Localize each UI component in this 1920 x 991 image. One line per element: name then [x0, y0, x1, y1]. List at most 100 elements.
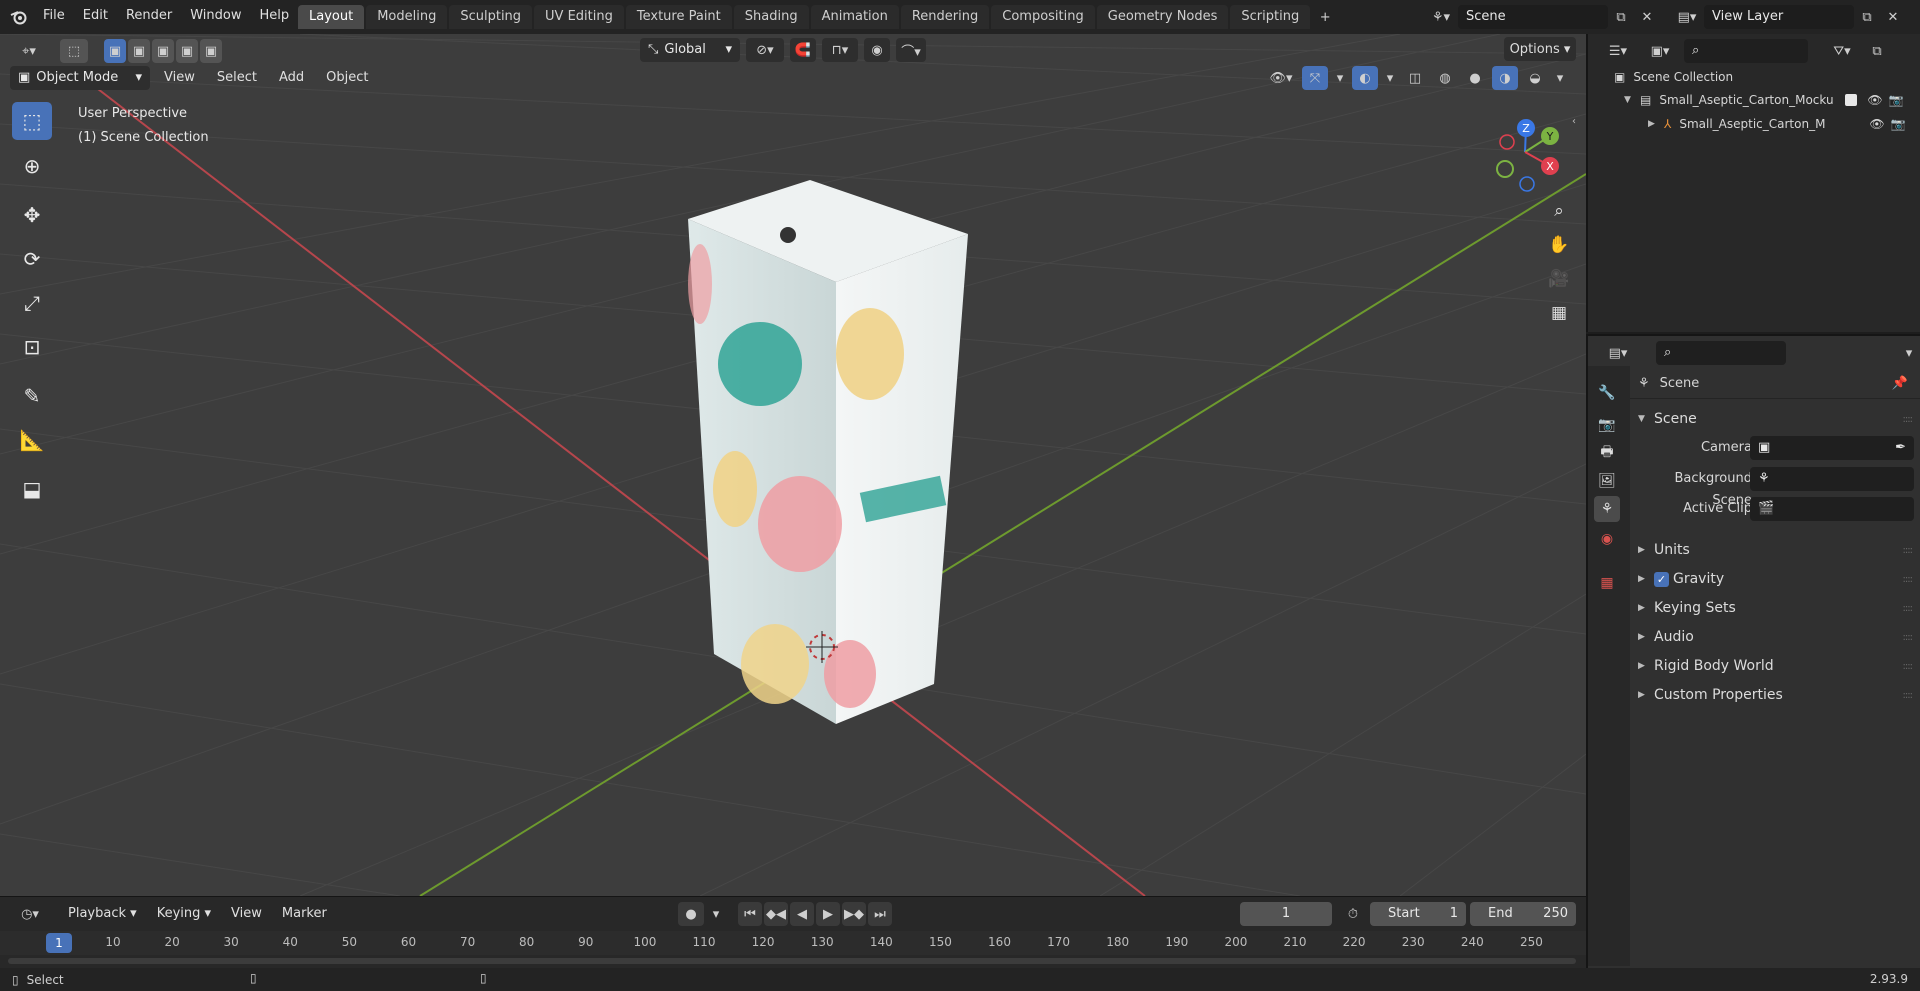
- tab-rendering[interactable]: Rendering: [900, 5, 990, 29]
- outliner-row-object[interactable]: ▶ ⅄ Small_Aseptic_Carton_M 👁 📷: [1648, 113, 1914, 135]
- menu-edit[interactable]: Edit: [74, 0, 117, 34]
- select-difference-icon[interactable]: ▣: [176, 39, 198, 63]
- viewport-menu-add[interactable]: Add: [271, 66, 312, 90]
- end-frame-field[interactable]: End 250: [1470, 902, 1576, 926]
- current-frame-field[interactable]: 1: [1240, 902, 1332, 926]
- start-frame-field[interactable]: Start 1: [1370, 902, 1466, 926]
- select-new-icon[interactable]: ▣: [104, 39, 126, 63]
- menu-help[interactable]: Help: [251, 0, 299, 34]
- delete-scene-icon[interactable]: ✕: [1634, 5, 1660, 29]
- audio-panel-header[interactable]: ▶ Audio::::: [1638, 625, 1918, 649]
- output-tab-icon[interactable]: 🖶: [1594, 440, 1620, 466]
- custom-properties-panel-header[interactable]: ▶ Custom Properties::::: [1638, 683, 1918, 707]
- zoom-icon[interactable]: ⌕: [1545, 197, 1573, 225]
- playhead[interactable]: 1: [46, 933, 72, 953]
- play-reverse-icon[interactable]: ◀: [790, 902, 814, 926]
- menu-render[interactable]: Render: [117, 0, 181, 34]
- outliner-row-scene-collection[interactable]: ▣ Scene Collection: [1614, 66, 1733, 88]
- scene-panel-header[interactable]: ▼ Scene ::::: [1638, 407, 1918, 431]
- timeline-menu-view[interactable]: View: [223, 902, 270, 926]
- new-scene-icon[interactable]: ⧉: [1608, 5, 1634, 29]
- rendered-shading-icon[interactable]: ◒: [1522, 66, 1548, 90]
- viewport-menu-view[interactable]: View: [156, 66, 203, 90]
- menu-file[interactable]: File: [34, 0, 74, 34]
- texture-tab-icon[interactable]: ▦: [1594, 570, 1620, 596]
- gizmo-toggle-icon[interactable]: ⤧: [1302, 66, 1328, 90]
- add-cube-tool[interactable]: ⬓: [12, 470, 52, 508]
- rigid-body-world-panel-header[interactable]: ▶ Rigid Body World::::: [1638, 654, 1918, 678]
- stopwatch-icon[interactable]: ⏱: [1340, 902, 1366, 926]
- scene-tab-icon[interactable]: ⚘: [1594, 496, 1620, 522]
- scene-name-field[interactable]: Scene: [1458, 5, 1608, 29]
- select-intersect-icon[interactable]: ▣: [200, 39, 222, 63]
- overlay-toggle-icon[interactable]: ◐: [1352, 66, 1378, 90]
- tab-geometry-nodes[interactable]: Geometry Nodes: [1096, 5, 1229, 29]
- active-clip-field[interactable]: 🎬: [1750, 497, 1914, 521]
- collapse-sidebar-icon[interactable]: ‹: [1572, 116, 1576, 127]
- tab-shading[interactable]: Shading: [733, 5, 809, 29]
- properties-options-icon[interactable]: ▾: [1896, 341, 1920, 365]
- visibility-icon[interactable]: 👁▾: [1264, 66, 1298, 90]
- viewport-menu-select[interactable]: Select: [209, 66, 265, 90]
- xray-icon[interactable]: ◫: [1402, 66, 1428, 90]
- snap-icon[interactable]: 🧲: [790, 38, 816, 62]
- timeline-editor-type-icon[interactable]: ◷▾: [10, 902, 50, 926]
- camera-view-icon[interactable]: 🎥: [1545, 265, 1573, 293]
- render-camera-icon[interactable]: 📷: [1889, 93, 1904, 107]
- shading-dropdown-icon[interactable]: ▾: [1552, 66, 1568, 90]
- solid-shading-icon[interactable]: ●: [1462, 66, 1488, 90]
- camera-field[interactable]: ▣ ✒: [1750, 436, 1914, 460]
- move-tool[interactable]: ✥: [12, 196, 52, 234]
- expand-object-icon[interactable]: ▶: [1648, 119, 1656, 129]
- filter-icon[interactable]: ⛛▾: [1824, 39, 1860, 63]
- pivot-point-icon[interactable]: ⊘▾: [746, 38, 784, 62]
- material-shading-icon[interactable]: ◑: [1492, 66, 1518, 90]
- properties-editor-type-icon[interactable]: ▤▾: [1600, 341, 1636, 365]
- record-options-icon[interactable]: ▾: [706, 902, 726, 926]
- select-extend-icon[interactable]: ▣: [128, 39, 150, 63]
- outliner-row-collection[interactable]: ▼ ▤ Small_Aseptic_Carton_Mocku 👁 📷: [1624, 89, 1914, 111]
- jump-start-icon[interactable]: ⏮: [738, 902, 762, 926]
- snap-target-icon[interactable]: ⊓▾: [822, 38, 858, 62]
- tab-scripting[interactable]: Scripting: [1230, 5, 1311, 29]
- overlay-dropdown-icon[interactable]: ▾: [1382, 66, 1398, 90]
- tab-compositing[interactable]: Compositing: [991, 5, 1095, 29]
- select-box-tool[interactable]: ⬚: [12, 102, 52, 140]
- eyedropper-icon[interactable]: ✒: [1895, 436, 1906, 460]
- view-layer-field[interactable]: View Layer: [1704, 5, 1854, 29]
- menu-window[interactable]: Window: [181, 0, 250, 34]
- keying-sets-panel-header[interactable]: ▶ Keying Sets::::: [1638, 596, 1918, 620]
- prev-keyframe-icon[interactable]: ◆◀: [764, 902, 788, 926]
- world-tab-icon[interactable]: ◉: [1594, 526, 1620, 552]
- blender-logo-icon[interactable]: [10, 0, 28, 34]
- timeline-menu-marker[interactable]: Marker: [274, 902, 335, 926]
- next-keyframe-icon[interactable]: ▶◆: [842, 902, 866, 926]
- tab-sculpting[interactable]: Sculpting: [449, 5, 533, 29]
- cursor-tool[interactable]: ⊕: [12, 147, 52, 185]
- navigation-gizmo[interactable]: Z Y X: [1485, 104, 1565, 194]
- gizmo-dropdown-icon[interactable]: ▾: [1332, 66, 1348, 90]
- select-subtract-icon[interactable]: ▣: [152, 39, 174, 63]
- view-layer-icon[interactable]: ▤▾: [1670, 5, 1704, 29]
- new-collection-icon[interactable]: ⧉: [1866, 39, 1888, 63]
- new-view-layer-icon[interactable]: ⧉: [1854, 5, 1880, 29]
- select-tool-icon[interactable]: ⬚: [60, 39, 88, 63]
- object-visibility-eye-icon[interactable]: 👁: [1869, 117, 1884, 131]
- visibility-eye-icon[interactable]: 👁: [1867, 93, 1882, 107]
- jump-end-icon[interactable]: ⏭: [868, 902, 892, 926]
- exclude-checkbox[interactable]: [1845, 94, 1858, 106]
- pan-hand-icon[interactable]: ✋: [1545, 231, 1573, 259]
- display-mode-icon[interactable]: ▣▾: [1642, 39, 1678, 63]
- add-workspace-icon[interactable]: +: [1312, 5, 1338, 29]
- gravity-panel-header[interactable]: ▶ ✓ Gravity::::: [1638, 567, 1918, 591]
- transform-orientation-dropdown[interactable]: ⤡ Global ▾: [640, 38, 740, 62]
- view-layer-tab-icon[interactable]: 🖼: [1594, 468, 1620, 494]
- perspective-toggle-icon[interactable]: ▦: [1545, 299, 1573, 327]
- frame-ruler[interactable]: 1 10 20 30 40 50 60 70 80 90 100 110 120 130 140 150 16…: [0, 931, 1586, 955]
- pin-icon[interactable]: 📌: [1892, 376, 1908, 391]
- outliner-search-input[interactable]: ⌕: [1684, 39, 1808, 63]
- properties-search-input[interactable]: ⌕: [1656, 341, 1786, 365]
- measure-tool[interactable]: 📐: [12, 421, 52, 459]
- transform-tool[interactable]: ⊡: [12, 328, 52, 366]
- gravity-checkbox[interactable]: ✓: [1654, 571, 1669, 587]
